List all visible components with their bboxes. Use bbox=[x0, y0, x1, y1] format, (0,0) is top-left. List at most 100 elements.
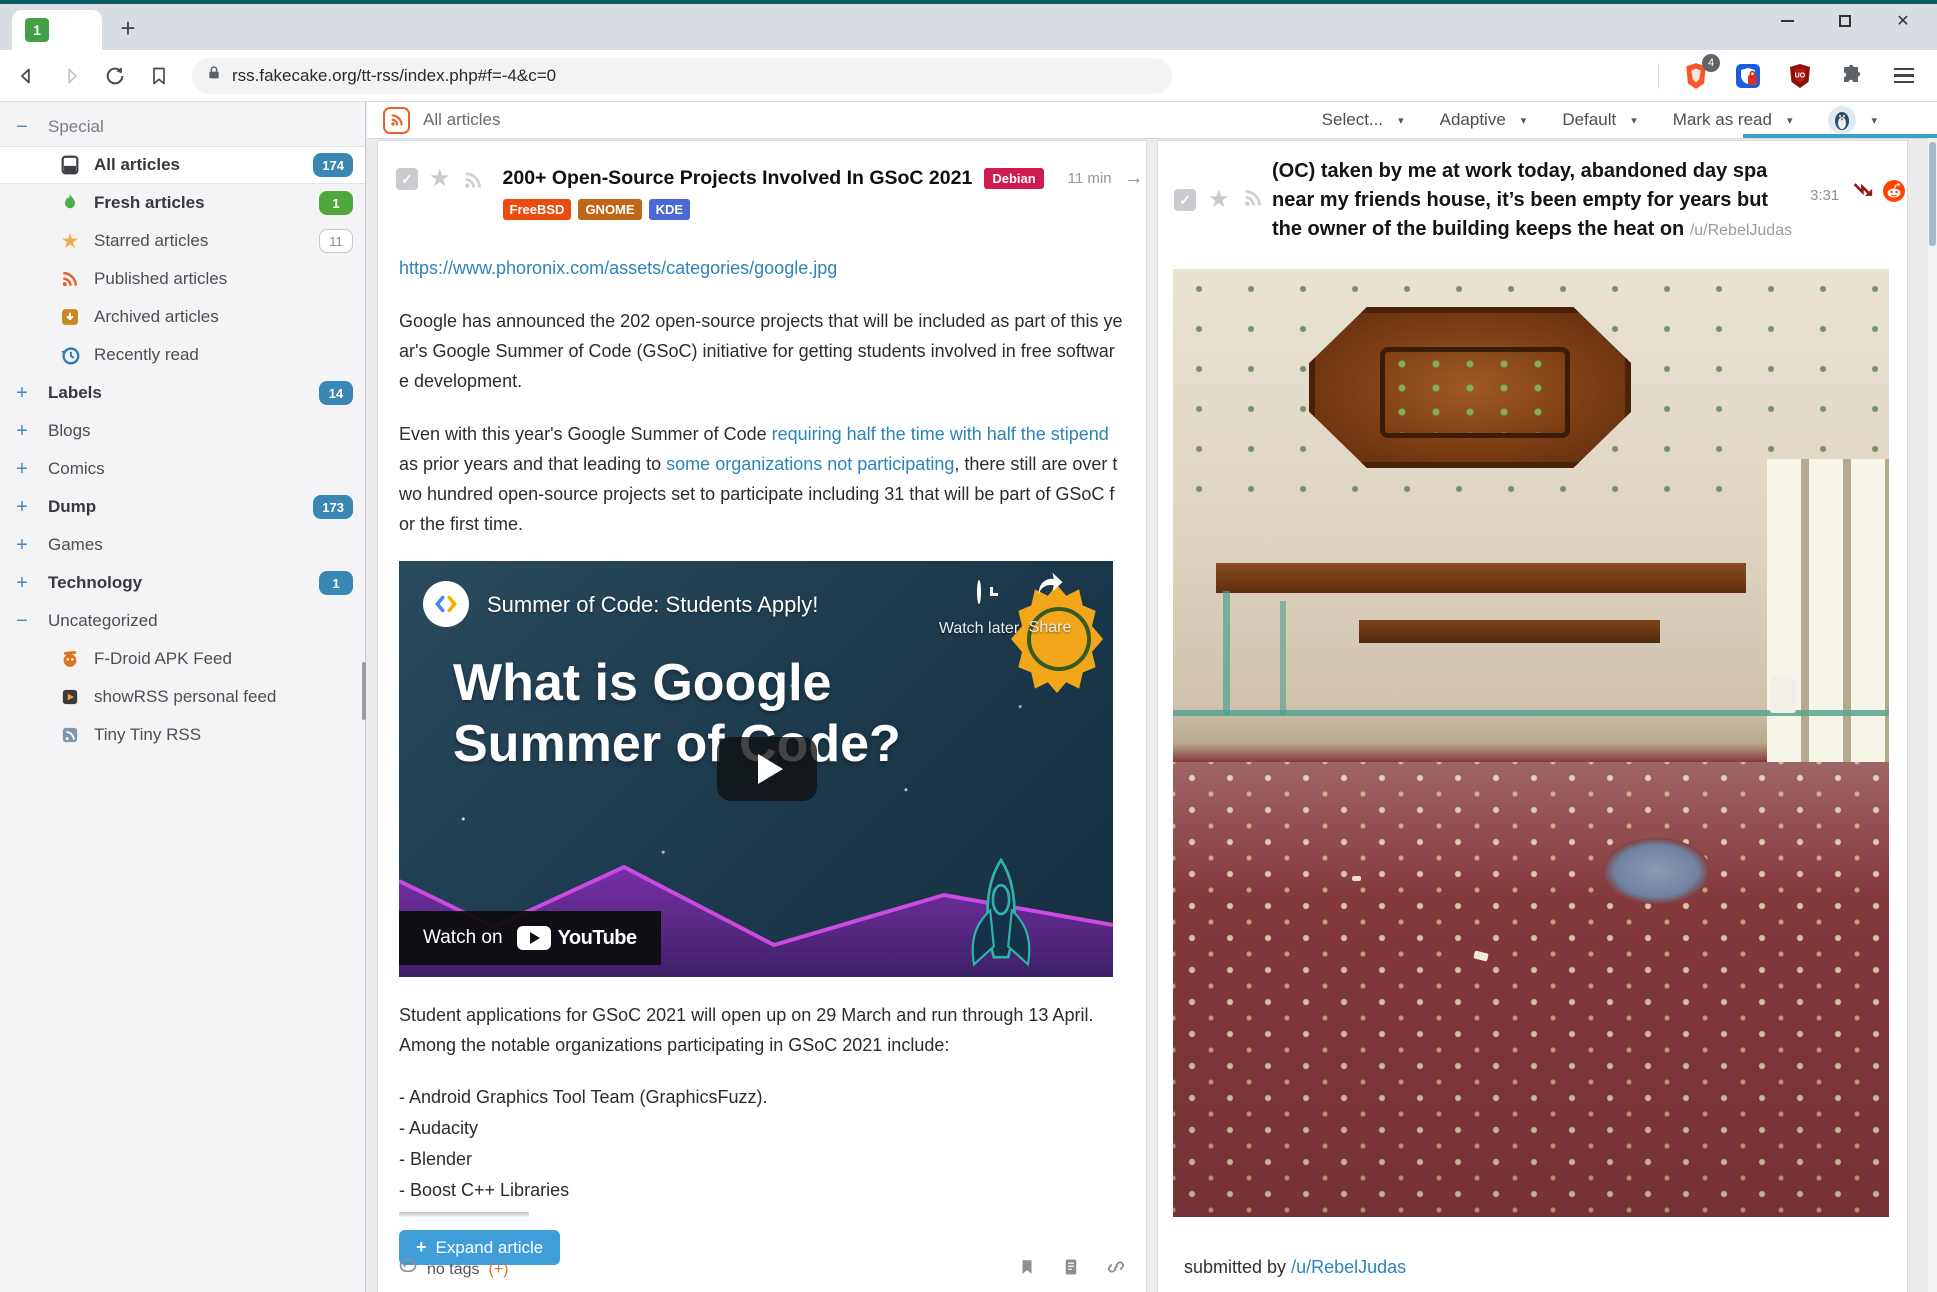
youtube-play-icon bbox=[517, 926, 551, 950]
minimize-button[interactable] bbox=[1773, 7, 1801, 35]
edit-note-icon[interactable] bbox=[1062, 1257, 1080, 1282]
view-mode-dropdown[interactable]: Adaptive ▾ bbox=[1440, 110, 1527, 130]
rss-icon bbox=[58, 267, 82, 291]
watch-on-youtube-button[interactable]: Watch on YouTube bbox=[399, 911, 661, 965]
article-header: ✓ ★ 200+ Open-Source Projects Involved I… bbox=[396, 165, 1132, 220]
browser-menu-icon[interactable] bbox=[1889, 61, 1919, 91]
channel-avatar[interactable] bbox=[423, 581, 469, 627]
inline-link[interactable]: some organizations not participating bbox=[666, 454, 954, 474]
url-text: rss.fakecake.org/tt-rss/index.php#f=-4&c… bbox=[232, 66, 556, 86]
sidebar-item-all-articles[interactable]: All articles 174 bbox=[0, 146, 365, 184]
sidebar-category-comics[interactable]: + Comics bbox=[0, 450, 365, 488]
star-toggle-icon[interactable]: ★ bbox=[1208, 188, 1230, 212]
mark-as-read-button[interactable]: Mark as read ▾ bbox=[1673, 110, 1793, 130]
feed-origin-icon[interactable] bbox=[1242, 187, 1264, 214]
article-age: 11 min bbox=[1068, 170, 1112, 187]
sidebar-category-dump[interactable]: + Dump 173 bbox=[0, 488, 365, 526]
address-bar[interactable]: rss.fakecake.org/tt-rss/index.php#f=-4&c… bbox=[192, 58, 1172, 94]
scrollbar[interactable] bbox=[1928, 138, 1937, 1292]
sidebar-category-special[interactable]: − Special bbox=[0, 108, 365, 146]
publish-bookmark-icon[interactable] bbox=[1018, 1257, 1036, 1282]
back-button[interactable] bbox=[10, 59, 44, 93]
sidebar-splitter-handle[interactable] bbox=[362, 662, 366, 720]
maximize-button[interactable] bbox=[1831, 7, 1859, 35]
article-card-gsoc: ✓ ★ 200+ Open-Source Projects Involved I… bbox=[377, 140, 1147, 1292]
article-checkbox[interactable]: ✓ bbox=[396, 168, 418, 190]
expand-icon[interactable]: + bbox=[14, 420, 30, 443]
sidebar-category-uncategorized[interactable]: − Uncategorized bbox=[0, 602, 365, 640]
sidebar-feed-showrss[interactable]: showRSS personal feed bbox=[0, 678, 365, 716]
article-header-icons: ✓ ★ bbox=[1174, 183, 1264, 214]
add-tag-link[interactable]: (+) bbox=[488, 1261, 508, 1279]
ublock-icon[interactable]: UO bbox=[1785, 61, 1815, 91]
carpet-circle-inlay bbox=[1603, 838, 1710, 904]
tab-unread-favicon: 1 bbox=[25, 18, 49, 42]
sidebar-item-fresh-articles[interactable]: Fresh articles 1 bbox=[0, 184, 365, 222]
brave-shield-icon[interactable]: 4 bbox=[1681, 61, 1711, 91]
feed-label-badge: Debian bbox=[984, 168, 1043, 189]
label-badge: GNOME bbox=[578, 199, 641, 220]
label-badge: FreeBSD bbox=[503, 199, 572, 220]
org-list: - Android Graphics Tool Team (GraphicsFu… bbox=[399, 1082, 1123, 1218]
sidebar-category-labels[interactable]: + Labels 14 bbox=[0, 374, 365, 412]
window-accent-bar bbox=[0, 0, 1937, 4]
collapse-icon[interactable]: − bbox=[14, 116, 30, 139]
article-title[interactable]: 200+ Open-Source Projects Involved In GS… bbox=[503, 167, 973, 190]
close-button[interactable]: ✕ bbox=[1889, 7, 1917, 35]
password-manager-icon[interactable] bbox=[1733, 61, 1763, 91]
inline-link[interactable]: requiring half the time with half the st… bbox=[772, 424, 1109, 444]
browser-tab[interactable]: 1 bbox=[12, 10, 102, 50]
expand-icon[interactable]: + bbox=[14, 572, 30, 595]
article-image-link[interactable]: https://www.phoronix.com/assets/categori… bbox=[399, 258, 837, 278]
archive-icon bbox=[58, 305, 82, 329]
feed-favicon bbox=[58, 647, 82, 671]
play-button[interactable] bbox=[717, 737, 817, 801]
starred-counter: 11 bbox=[319, 229, 353, 253]
article-title[interactable]: (OC) taken by me at work today, abandone… bbox=[1272, 157, 1800, 245]
headlines-toolbar: All articles Select... ▾ Adaptive ▾ Defa… bbox=[367, 102, 1937, 139]
article-checkbox[interactable]: ✓ bbox=[1174, 189, 1196, 211]
article-image[interactable] bbox=[1173, 269, 1889, 1217]
sidebar-category-games[interactable]: + Games bbox=[0, 526, 365, 564]
flame-icon bbox=[58, 191, 82, 215]
sidebar-feed-ttrss[interactable]: Tiny Tiny RSS bbox=[0, 716, 365, 754]
sidebar-item-recently-read[interactable]: Recently read bbox=[0, 336, 365, 374]
forward-button[interactable] bbox=[54, 59, 88, 93]
sidebar-item-starred-articles[interactable]: ★ Starred articles 11 bbox=[0, 222, 365, 260]
youtube-embed[interactable]: Summer of Code: Students Apply! Watch la… bbox=[399, 561, 1113, 977]
expand-icon[interactable]: + bbox=[14, 382, 30, 405]
article-labels: FreeBSD GNOME KDE bbox=[503, 199, 1147, 220]
sidebar-item-published-articles[interactable]: Published articles bbox=[0, 260, 365, 298]
sort-order-dropdown[interactable]: Default ▾ bbox=[1562, 110, 1636, 130]
sidebar-feed-fdroid[interactable]: F-Droid APK Feed bbox=[0, 640, 365, 678]
select-dropdown[interactable]: Select... ▾ bbox=[1322, 110, 1404, 130]
sidebar-category-technology[interactable]: + Technology 1 bbox=[0, 564, 365, 602]
star-toggle-icon[interactable]: ★ bbox=[429, 167, 451, 191]
sidebar-item-archived-articles[interactable]: Archived articles bbox=[0, 298, 365, 336]
extensions-puzzle-icon[interactable] bbox=[1837, 61, 1867, 91]
new-tab-button[interactable]: + bbox=[112, 12, 144, 44]
unread-counter: 174 bbox=[313, 153, 353, 177]
feed-origin-icon[interactable] bbox=[462, 169, 484, 196]
current-feed-title: All articles bbox=[423, 110, 500, 130]
svg-text:UO: UO bbox=[1795, 72, 1806, 79]
submitter-link[interactable]: /u/RebelJudas bbox=[1291, 1257, 1406, 1277]
expand-icon[interactable]: + bbox=[14, 534, 30, 557]
collapse-icon[interactable]: − bbox=[14, 610, 30, 633]
sidebar-category-blogs[interactable]: + Blogs bbox=[0, 412, 365, 450]
video-title[interactable]: Summer of Code: Students Apply! bbox=[487, 590, 818, 620]
expand-icon[interactable]: + bbox=[14, 458, 30, 481]
scrollbar-thumb[interactable] bbox=[1929, 142, 1936, 246]
unread-counter: 1 bbox=[319, 191, 353, 215]
profile-menu[interactable]: ▾ bbox=[1828, 106, 1877, 134]
youtube-logo: YouTube bbox=[517, 923, 637, 953]
feed-rss-icon bbox=[383, 107, 410, 134]
reload-button[interactable] bbox=[98, 59, 132, 93]
share-button[interactable]: Share bbox=[1007, 571, 1093, 643]
open-original-icon[interactable]: → bbox=[1124, 167, 1144, 190]
share-link-icon[interactable] bbox=[1106, 1257, 1126, 1282]
chevron-down-icon: ▾ bbox=[1787, 114, 1793, 127]
expand-icon[interactable]: + bbox=[14, 496, 30, 519]
bookmark-button[interactable] bbox=[142, 59, 176, 93]
list-item: - Boost C++ Libraries bbox=[399, 1175, 1123, 1206]
